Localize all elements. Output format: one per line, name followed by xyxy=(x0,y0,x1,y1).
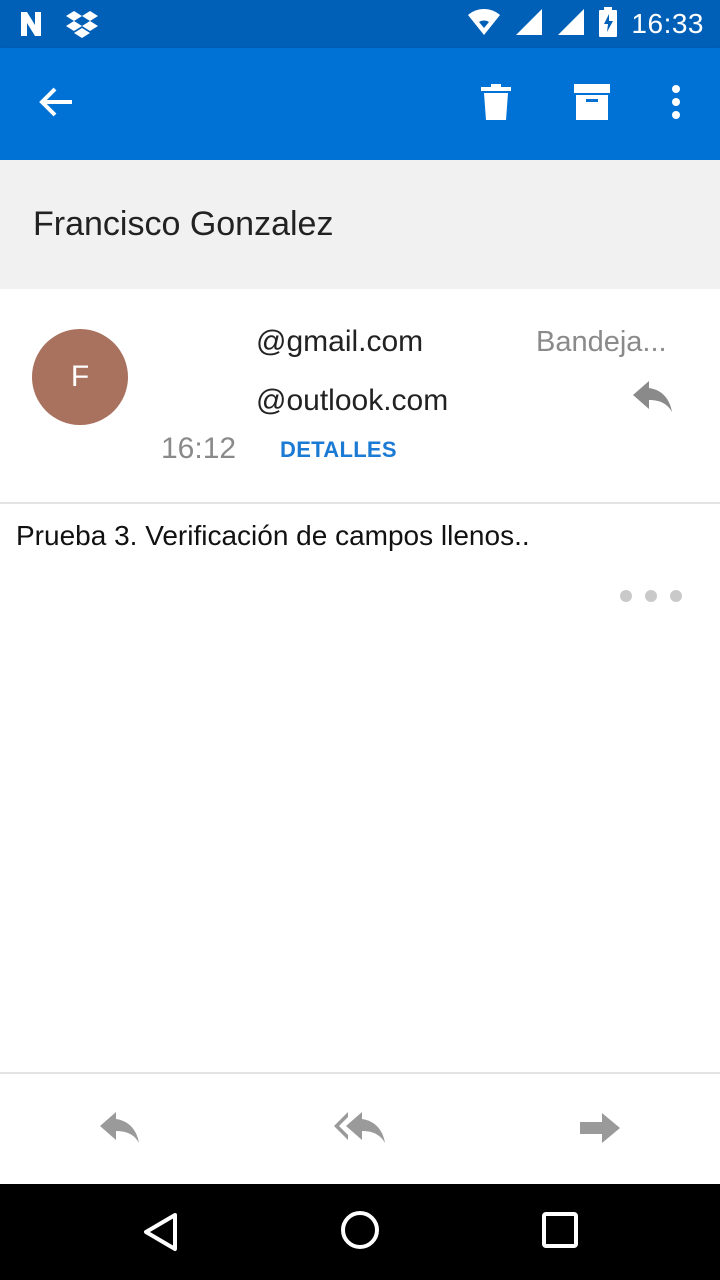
dot xyxy=(620,590,632,602)
delete-button[interactable] xyxy=(468,78,524,130)
wifi-icon xyxy=(467,8,501,41)
home-circle-icon xyxy=(340,1210,380,1255)
reply-all-button[interactable] xyxy=(326,1106,394,1154)
archive-button[interactable] xyxy=(564,78,620,130)
n-notification-icon xyxy=(18,9,48,44)
reply-icon xyxy=(100,1111,140,1149)
more-vert-icon xyxy=(671,84,681,124)
archive-icon xyxy=(574,83,610,125)
message-time: 16:12 xyxy=(161,432,237,465)
app-bar xyxy=(0,48,720,160)
nav-back-button[interactable] xyxy=(132,1206,188,1262)
details-link[interactable]: DETALLES xyxy=(280,437,397,463)
message-body: Prueba 3. Verificación de campos llenos.… xyxy=(16,520,530,551)
folder-label: Bandeja... xyxy=(536,326,667,358)
signal-icon xyxy=(557,8,585,41)
forward-icon xyxy=(580,1112,620,1148)
forward-button[interactable] xyxy=(568,1106,632,1154)
back-triangle-icon xyxy=(142,1212,178,1257)
show-more-button[interactable] xyxy=(620,584,682,608)
system-nav-bar xyxy=(0,1184,720,1280)
nav-home-button[interactable] xyxy=(332,1204,388,1260)
recents-square-icon xyxy=(542,1211,578,1253)
arrow-back-icon xyxy=(38,86,74,123)
dropbox-icon xyxy=(66,8,98,45)
reply-all-icon xyxy=(334,1111,386,1149)
battery-charging-icon xyxy=(599,6,618,42)
status-right-icons: 16:33 xyxy=(467,6,704,42)
reply-icon xyxy=(633,380,673,418)
avatar-letter: F xyxy=(70,360,90,393)
subject-title: Francisco Gonzalez xyxy=(33,205,334,243)
signal-icon xyxy=(515,8,543,41)
status-bar: 16:33 xyxy=(0,0,720,48)
trash-icon xyxy=(481,83,511,125)
reply-button[interactable] xyxy=(88,1106,152,1154)
to-email[interactable]: @outlook.com xyxy=(256,384,448,418)
dot xyxy=(670,590,682,602)
reply-header-button[interactable] xyxy=(628,378,678,420)
status-time: 16:33 xyxy=(631,8,704,39)
more-options-button[interactable] xyxy=(650,78,702,130)
bottom-action-bar xyxy=(0,1072,720,1184)
dot xyxy=(645,590,657,602)
nav-recents-button[interactable] xyxy=(532,1204,588,1260)
from-email[interactable]: @gmail.com xyxy=(256,325,423,359)
avatar[interactable]: F xyxy=(32,329,128,425)
status-left-icons xyxy=(18,8,98,45)
back-button[interactable] xyxy=(28,80,84,128)
